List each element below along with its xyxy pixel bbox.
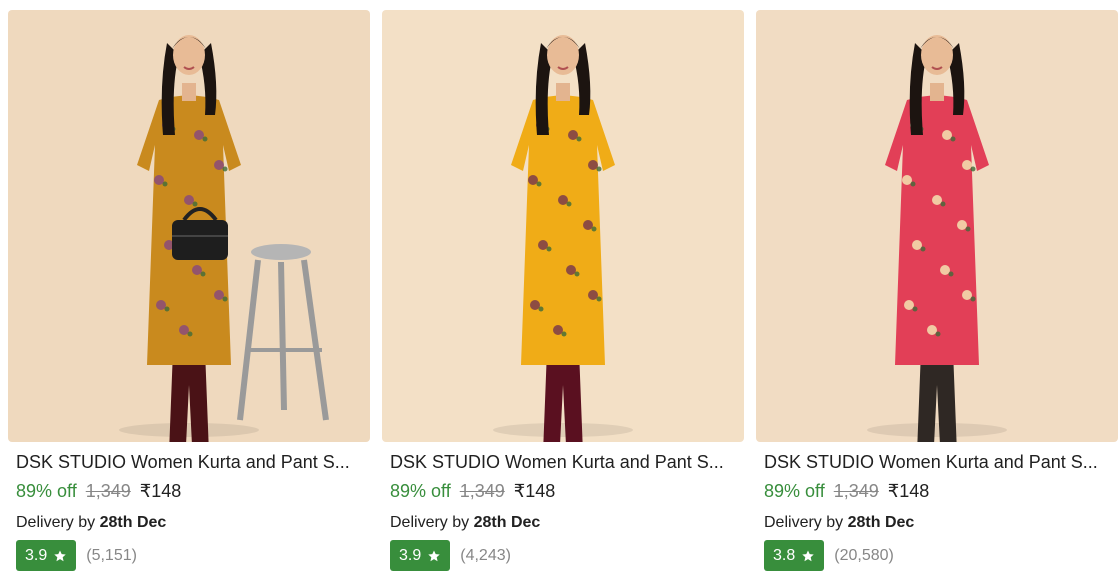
star-icon [427,549,441,563]
rating-badge: 3.8 [764,540,825,571]
price-row: 89% off 1,349 ₹148 [764,480,929,502]
discount-percent: 89% off [764,481,825,501]
price-row: 89% off 1,349 ₹148 [16,480,181,502]
delivery-label: Delivery by [764,514,844,531]
product-image[interactable] [756,10,1118,442]
delivery-label: Delivery by [390,514,470,531]
delivery-date: 28th Dec [99,514,167,531]
price-row: 89% off 1,349 ₹148 [390,480,555,502]
selling-price: ₹148 [139,481,182,501]
rating-value: 3.8 [773,546,796,564]
selling-price: ₹148 [513,481,556,501]
product-image[interactable] [382,10,744,442]
original-price: 1,349 [833,481,879,501]
product-card[interactable]: DSK STUDIO Women Kurta and Pant S... 89%… [382,0,744,584]
selling-price: ₹148 [887,481,930,501]
product-title[interactable]: DSK STUDIO Women Kurta and Pant S... [764,451,1114,473]
original-price: 1,349 [85,481,131,501]
product-card[interactable]: DSK STUDIO Women Kurta and Pant S... 89%… [756,0,1118,584]
delivery-label: Delivery by [16,514,96,531]
delivery-info: Delivery by 28th Dec [764,513,914,533]
rating-count: (5,151) [86,546,137,564]
delivery-info: Delivery by 28th Dec [16,513,166,533]
rating-badge: 3.9 [16,540,77,571]
star-icon [801,549,815,563]
product-title[interactable]: DSK STUDIO Women Kurta and Pant S... [390,451,740,473]
delivery-date: 28th Dec [473,514,541,531]
delivery-date: 28th Dec [847,514,915,531]
delivery-info: Delivery by 28th Dec [390,513,540,533]
rating-count: (20,580) [834,546,894,564]
rating-row: 3.9 (5,151) [16,540,137,571]
product-photo-art [756,10,1118,442]
rating-value: 3.9 [399,546,422,564]
product-card[interactable]: DSK STUDIO Women Kurta and Pant S... 89%… [8,0,370,584]
star-icon [53,549,67,563]
rating-row: 3.9 (4,243) [390,540,511,571]
product-image[interactable] [8,10,370,442]
rating-badge: 3.9 [390,540,451,571]
rating-count: (4,243) [460,546,511,564]
product-grid: DSK STUDIO Women Kurta and Pant S... 89%… [0,0,1120,584]
product-photo-art [8,10,370,442]
rating-row: 3.8 (20,580) [764,540,894,571]
discount-percent: 89% off [390,481,451,501]
original-price: 1,349 [459,481,505,501]
product-title[interactable]: DSK STUDIO Women Kurta and Pant S... [16,451,366,473]
product-photo-art [382,10,744,442]
rating-value: 3.9 [25,546,48,564]
discount-percent: 89% off [16,481,77,501]
